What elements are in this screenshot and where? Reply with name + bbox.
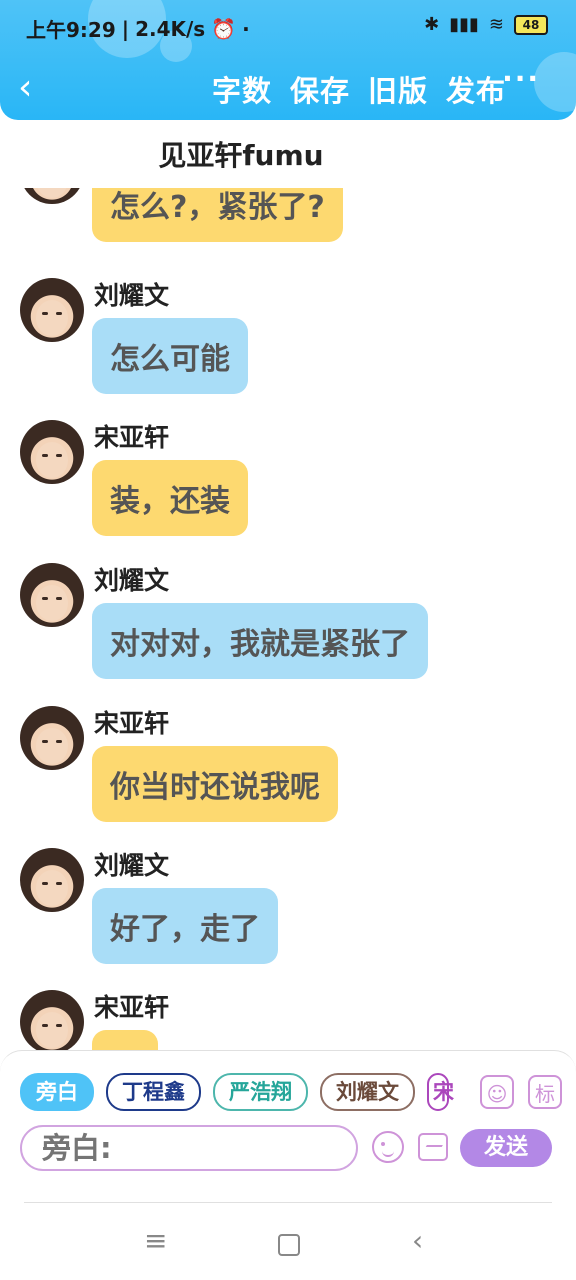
avatar[interactable] [20,990,84,1050]
sender-name: 刘耀文 [94,566,170,595]
role-chips: 旁白 丁程鑫 严浩翔 刘耀文 宋 [20,1073,464,1113]
system-nav-bar: ≡ ‹ [0,1204,576,1280]
wifi-icon: ≋ [488,14,504,35]
image-icon[interactable] [418,1133,448,1161]
status-bar-right: ✱ ▮▮▮ ≋ 48 [424,14,548,35]
network-speed: 2.4K/s [135,16,206,41]
sender-name: 宋亚轩 [94,709,170,738]
top-header: 上午9:29 | 2.4K/s ⏰ · ✱ ▮▮▮ ≋ 48 ‹ 字数 保存 旧… [0,0,576,120]
more-options-icon[interactable]: ··· [502,62,540,95]
signal-icon: ▮▮▮ [449,14,479,35]
sender-name: 宋亚轩 [94,993,170,1022]
publish-button[interactable]: 发布 [446,68,506,110]
message-bubble[interactable]: 好了，走了 [92,888,278,964]
home-icon[interactable] [278,1234,300,1256]
contact-icon[interactable]: ☺ [480,1075,514,1109]
avatar[interactable] [20,563,84,627]
role-chip[interactable]: 宋 [427,1073,454,1111]
header-actions: 字数 保存 旧版 发布 [212,68,506,110]
back-arrow-icon[interactable]: ‹ [18,68,48,108]
divider [24,1202,552,1203]
chat-list[interactable]: 怎么?，紧张了? 刘耀文 怎么可能 宋亚轩 装，还装 刘耀文 对对对，我就是紧张… [0,188,576,1050]
sender-name: 刘耀文 [94,851,170,880]
avatar[interactable] [20,420,84,484]
message-bubble[interactable]: 你当时还说我呢 [92,746,338,822]
dot-icon: · [242,16,250,41]
sender-name: 刘耀文 [94,281,170,310]
role-chip[interactable]: 丁程鑫 [106,1073,201,1111]
status-divider: | [121,16,130,41]
old-version-button[interactable]: 旧版 [368,68,428,110]
back-icon[interactable]: ‹ [412,1226,423,1256]
status-bar-left: 上午9:29 | 2.4K/s ⏰ · [26,14,250,43]
sender-name: 宋亚轩 [94,423,170,452]
message-input[interactable] [20,1125,358,1171]
bluetooth-icon: ✱ [424,14,440,35]
input-panel: 旁白 丁程鑫 严浩翔 刘耀文 宋 ☺ 标 发送 [0,1050,576,1206]
chat-title: 见亚轩fumu [158,139,324,172]
alarm-icon: ⏰ [211,16,237,41]
avatar[interactable] [20,188,84,204]
message-bubble[interactable]: 装，还装 [92,460,248,536]
emoji-icon[interactable] [372,1131,404,1163]
avatar[interactable] [20,706,84,770]
role-chip-narrator[interactable]: 旁白 [20,1073,94,1111]
save-button[interactable]: 保存 [290,68,350,110]
status-time: 上午9:29 [26,18,116,42]
decor-bubble [534,52,576,112]
avatar[interactable] [20,278,84,342]
message-bubble[interactable]: 怎么可能 [92,318,248,394]
word-count-button[interactable]: 字数 [212,68,272,110]
avatar[interactable] [20,848,84,912]
message-bubble[interactable]: 怎么?，紧张了? [92,188,343,242]
message-bubble[interactable] [92,1030,158,1050]
role-chip[interactable]: 刘耀文 [320,1073,415,1111]
message-bubble[interactable]: 对对对，我就是紧张了 [92,603,428,679]
role-chip[interactable]: 严浩翔 [213,1073,308,1111]
send-button[interactable]: 发送 [460,1129,552,1167]
menu-icon[interactable]: ≡ [144,1226,167,1256]
battery-icon: 48 [514,14,548,35]
tag-button[interactable]: 标 [528,1075,562,1109]
